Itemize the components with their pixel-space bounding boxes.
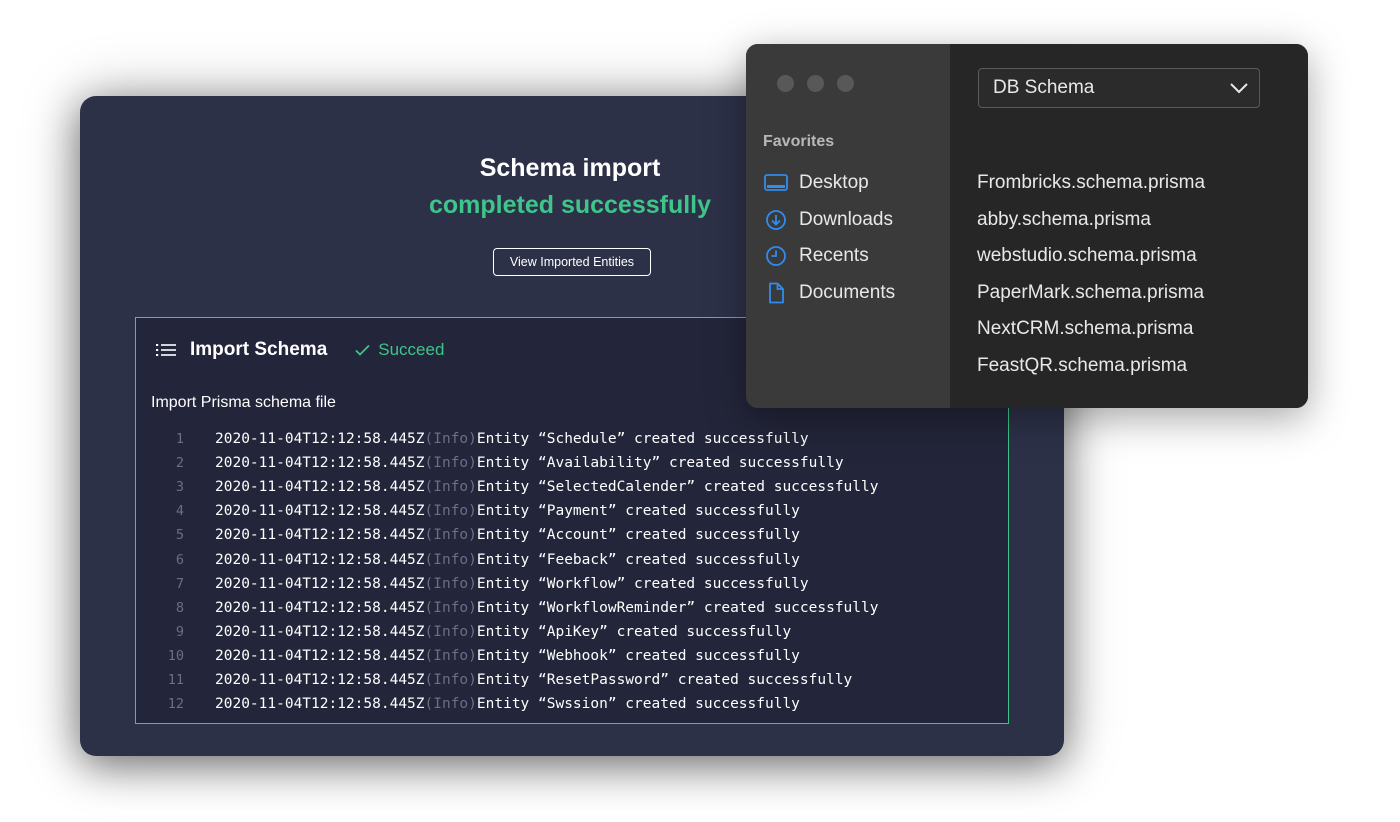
log-timestamp: 2020-11-04T12:12:58.445Z — [215, 575, 425, 592]
log-line: 4 2020-11-04T12:12:58.445Z (Info) Entity … — [136, 499, 1008, 523]
clock-icon — [763, 245, 788, 267]
log-line-number: 7 — [175, 575, 184, 592]
log-message: Entity “Payment” created successfully — [476, 503, 800, 520]
view-imported-entities-button[interactable]: View Imported Entities — [493, 248, 651, 276]
log-level: (Info) — [424, 479, 477, 496]
log-line: 8 2020-11-04T12:12:58.445Z (Info) Entity … — [136, 596, 1008, 620]
log-message: Entity “Workflow” created successfully — [476, 575, 809, 592]
log-timestamp: 2020-11-04T12:12:58.445Z — [215, 503, 425, 520]
log-line: 6 2020-11-04T12:12:58.445Z (Info) Entity … — [136, 547, 1008, 571]
log-line-number: 4 — [175, 503, 184, 520]
check-icon — [355, 344, 370, 356]
location-select[interactable]: DB Schema — [978, 68, 1260, 108]
log-message: Entity “Schedule” created successfully — [476, 431, 809, 448]
log-level: (Info) — [424, 551, 477, 568]
log-line: 2 2020-11-04T12:12:58.445Z (Info) Entity … — [136, 451, 1008, 475]
sidebar-item-label: Documents — [799, 281, 896, 303]
file-list: Frombricks.schema.prisma abby.schema.pri… — [977, 165, 1205, 384]
log-timestamp: 2020-11-04T12:12:58.445Z — [215, 455, 425, 472]
location-select-value: DB Schema — [993, 77, 1095, 98]
favorites-list: Desktop Downloads Recents Documents — [763, 165, 895, 311]
log-message: Entity “Webhook” created successfully — [476, 647, 800, 664]
download-icon — [763, 209, 788, 231]
log-caption: Import Prisma schema file — [151, 394, 336, 411]
log-line-number: 6 — [175, 551, 184, 568]
log-message: Entity “Swssion” created successfully — [476, 696, 800, 713]
log-message: Entity “ApiKey” created successfully — [476, 623, 792, 640]
status-label: Succeed — [378, 340, 445, 359]
list-icon — [156, 342, 176, 358]
log-level: (Info) — [424, 696, 477, 713]
log-line: 5 2020-11-04T12:12:58.445Z (Info) Entity … — [136, 523, 1008, 547]
picker-main: DB Schema Frombricks.schema.prisma abby.… — [950, 44, 1308, 408]
log-message: Entity “Feeback” created successfully — [476, 551, 800, 568]
log-line-number: 1 — [175, 431, 184, 448]
file-item[interactable]: NextCRM.schema.prisma — [977, 311, 1205, 348]
log-timestamp: 2020-11-04T12:12:58.445Z — [215, 599, 425, 616]
log-line: 1 2020-11-04T12:12:58.445Z (Info) Entity … — [136, 427, 1008, 451]
log-level: (Info) — [424, 431, 477, 448]
chevron-down-icon — [1229, 79, 1249, 97]
log-line-number: 5 — [175, 527, 184, 544]
sidebar-item-label: Recents — [799, 245, 869, 267]
log-timestamp: 2020-11-04T12:12:58.445Z — [215, 479, 425, 496]
maximize-window-button[interactable] — [837, 75, 854, 92]
log-message: Entity “ResetPassword” created successfu… — [476, 671, 853, 688]
log-timestamp: 2020-11-04T12:12:58.445Z — [215, 527, 425, 544]
log-line-number: 2 — [175, 455, 184, 472]
log-level: (Info) — [424, 623, 477, 640]
log-timestamp: 2020-11-04T12:12:58.445Z — [215, 623, 425, 640]
log-message: Entity “SelectedCalender” created succes… — [476, 479, 879, 496]
log-line: 9 2020-11-04T12:12:58.445Z (Info) Entity … — [136, 620, 1008, 644]
file-item[interactable]: abby.schema.prisma — [977, 202, 1205, 239]
log-level: (Info) — [424, 671, 477, 688]
log-line-number: 9 — [175, 623, 184, 640]
log-line-number: 12 — [167, 696, 184, 713]
picker-sidebar: Favorites Desktop Downloads Recents Docu… — [746, 44, 950, 408]
log-timestamp: 2020-11-04T12:12:58.445Z — [215, 696, 425, 713]
minimize-window-button[interactable] — [807, 75, 824, 92]
log-level: (Info) — [424, 599, 477, 616]
document-icon — [763, 282, 788, 304]
close-window-button[interactable] — [777, 75, 794, 92]
log-lines: 1 2020-11-04T12:12:58.445Z (Info) Entity … — [136, 427, 1008, 716]
log-level: (Info) — [424, 503, 477, 520]
log-timestamp: 2020-11-04T12:12:58.445Z — [215, 431, 425, 448]
file-item[interactable]: PaperMark.schema.prisma — [977, 275, 1205, 312]
sidebar-item-downloads[interactable]: Downloads — [763, 202, 895, 239]
file-item[interactable]: Frombricks.schema.prisma — [977, 165, 1205, 202]
log-level: (Info) — [424, 647, 477, 664]
log-message: Entity “Account” created successfully — [476, 527, 800, 544]
sidebar-item-desktop[interactable]: Desktop — [763, 165, 895, 202]
window-controls — [777, 75, 854, 92]
log-message: Entity “Availability” created successful… — [476, 455, 844, 472]
sidebar-item-label: Downloads — [799, 208, 893, 230]
log-message: Entity “WorkflowReminder” created succes… — [476, 599, 879, 616]
log-line: 3 2020-11-04T12:12:58.445Z (Info) Entity … — [136, 475, 1008, 499]
log-line-number: 3 — [175, 479, 184, 496]
log-level: (Info) — [424, 575, 477, 592]
status-badge: Succeed — [355, 340, 444, 360]
log-title: Import Schema — [190, 339, 328, 360]
log-line: 10 2020-11-04T12:12:58.445Z (Info) Entity… — [136, 644, 1008, 668]
log-level: (Info) — [424, 455, 477, 472]
favorites-heading: Favorites — [763, 133, 835, 150]
sidebar-item-label: Desktop — [799, 172, 869, 194]
file-item[interactable]: webstudio.schema.prisma — [977, 238, 1205, 275]
log-line-number: 11 — [167, 671, 184, 688]
log-line: 12 2020-11-04T12:12:58.445Z (Info) Entity… — [136, 692, 1008, 716]
desktop-icon — [763, 172, 788, 194]
log-level: (Info) — [424, 527, 477, 544]
sidebar-item-documents[interactable]: Documents — [763, 275, 895, 312]
log-line: 7 2020-11-04T12:12:58.445Z (Info) Entity … — [136, 572, 1008, 596]
log-timestamp: 2020-11-04T12:12:58.445Z — [215, 671, 425, 688]
log-line: 11 2020-11-04T12:12:58.445Z (Info) Entity… — [136, 668, 1008, 692]
sidebar-item-recents[interactable]: Recents — [763, 238, 895, 275]
log-timestamp: 2020-11-04T12:12:58.445Z — [215, 647, 425, 664]
log-line-number: 8 — [175, 599, 184, 616]
file-picker-window: Favorites Desktop Downloads Recents Docu… — [746, 44, 1308, 408]
log-line-number: 10 — [167, 647, 184, 664]
log-timestamp: 2020-11-04T12:12:58.445Z — [215, 551, 425, 568]
file-item[interactable]: FeastQR.schema.prisma — [977, 348, 1205, 385]
